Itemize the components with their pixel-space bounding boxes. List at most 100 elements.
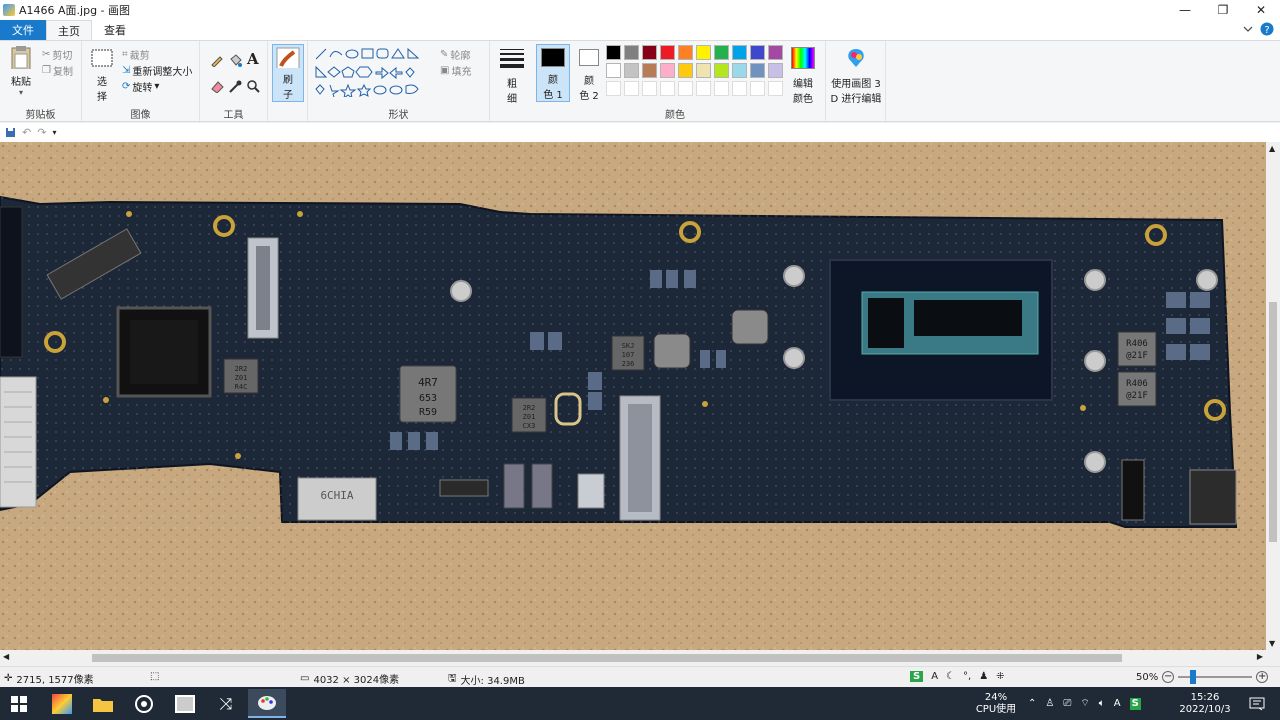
color-swatch[interactable]: [642, 45, 657, 60]
eraser-icon[interactable]: [210, 79, 224, 93]
horizontal-scrollbar[interactable]: ◀ ▶: [0, 650, 1266, 666]
color-swatch[interactable]: [678, 45, 693, 60]
help-icon[interactable]: ?: [1260, 22, 1274, 36]
save-icon[interactable]: [5, 127, 16, 138]
paint3d-button[interactable]: 使用画图 3 D 进行编辑: [828, 47, 884, 105]
volume-icon[interactable]: 🔈︎: [1099, 698, 1105, 710]
tab-view[interactable]: 查看: [92, 20, 138, 40]
undo-icon[interactable]: ↶: [22, 126, 31, 139]
color-swatch[interactable]: [606, 45, 621, 60]
fill-bucket-icon[interactable]: [228, 53, 242, 67]
tab-home[interactable]: 主页: [46, 20, 92, 40]
sogou-tray-icon[interactable]: S: [1129, 697, 1141, 710]
custom-color-slot[interactable]: [714, 81, 729, 96]
custom-color-slot[interactable]: [732, 81, 747, 96]
taskbar-paint[interactable]: [248, 689, 286, 718]
ime-indicator[interactable]: A: [1114, 698, 1121, 710]
cpu-usage[interactable]: 24% CPU使用: [970, 687, 1022, 720]
maximize-button[interactable]: ❐: [1204, 0, 1242, 20]
redo-icon[interactable]: ↷: [37, 126, 46, 139]
color-picker-icon[interactable]: [228, 79, 242, 93]
color-swatch[interactable]: [606, 63, 621, 78]
minimize-button[interactable]: —: [1166, 0, 1204, 20]
cut-button[interactable]: ✂ 剪切: [42, 47, 72, 62]
taskbar-file-explorer[interactable]: [84, 689, 122, 718]
color-swatch[interactable]: [750, 45, 765, 60]
clock[interactable]: 15:26 2022/10/3: [1172, 687, 1238, 720]
color-swatch[interactable]: [678, 63, 693, 78]
color-swatch[interactable]: [732, 45, 747, 60]
color-swatch[interactable]: [624, 63, 639, 78]
custom-color-slot[interactable]: [750, 81, 765, 96]
horizontal-scroll-thumb[interactable]: [92, 654, 1122, 662]
color1-button[interactable]: 颜 色 1: [536, 44, 570, 102]
paste-button[interactable]: 粘贴 ▾: [8, 45, 34, 97]
zoom-slider[interactable]: [1178, 670, 1253, 684]
custom-color-slot[interactable]: [696, 81, 711, 96]
outline-button[interactable]: ✎ 轮廓: [440, 47, 470, 62]
magnifier-icon[interactable]: [246, 79, 260, 93]
color-swatch[interactable]: [714, 45, 729, 60]
scroll-up-icon[interactable]: ▲: [1269, 144, 1275, 153]
zoom-in-button[interactable]: +: [1256, 671, 1269, 683]
color-swatch[interactable]: [696, 45, 711, 60]
sogou-icon[interactable]: S: [910, 671, 924, 682]
taskbar-app-5[interactable]: ⤨: [207, 689, 245, 718]
moon-icon[interactable]: ☾: [946, 671, 955, 682]
custom-color-slot[interactable]: [624, 81, 639, 96]
color-swatch[interactable]: [750, 63, 765, 78]
network-icon[interactable]: ⎚: [1063, 698, 1071, 710]
scroll-right-icon[interactable]: ▶: [1257, 652, 1263, 661]
custom-color-slot[interactable]: [768, 81, 783, 96]
text-tool-icon[interactable]: A: [247, 50, 259, 68]
ime-toolbar[interactable]: S A ☾ °, ♟ ⁜: [910, 671, 1005, 682]
start-button[interactable]: [0, 689, 38, 718]
person-tray-icon[interactable]: ♙: [1045, 698, 1054, 710]
ime-letter-icon[interactable]: A: [931, 671, 938, 682]
zoom-out-button[interactable]: −: [1162, 671, 1175, 683]
color-swatch[interactable]: [696, 63, 711, 78]
taskbar-app-photos[interactable]: [43, 689, 81, 718]
custom-color-slot[interactable]: [660, 81, 675, 96]
color-swatch[interactable]: [624, 45, 639, 60]
vertical-scrollbar[interactable]: ▲ ▼: [1266, 142, 1280, 650]
custom-color-slot[interactable]: [606, 81, 621, 96]
taskbar-app-3[interactable]: [125, 689, 163, 718]
close-button[interactable]: ✕: [1242, 0, 1280, 20]
color-swatch[interactable]: [768, 45, 783, 60]
person-icon[interactable]: ♟: [979, 671, 988, 682]
color-swatch[interactable]: [714, 63, 729, 78]
customize-quickbar-icon[interactable]: ▾: [52, 128, 56, 137]
color-swatch[interactable]: [660, 45, 675, 60]
scroll-left-icon[interactable]: ◀: [3, 652, 9, 661]
punctuation-icon[interactable]: °,: [963, 671, 971, 682]
color-swatch[interactable]: [768, 63, 783, 78]
edit-colors-button[interactable]: 编辑 颜色: [788, 47, 818, 105]
canvas[interactable]: 4R7 653 R59 SKJ 107 236 2R2 Z01 R4C 2R2 …: [0, 142, 1266, 650]
color-swatch[interactable]: [732, 63, 747, 78]
notification-button[interactable]: [1244, 687, 1270, 720]
select-button[interactable]: 选 择: [88, 49, 116, 103]
color-swatch[interactable]: [642, 63, 657, 78]
rotate-button[interactable]: ⟳ 旋转 ▾: [122, 79, 159, 94]
tab-file[interactable]: 文件: [0, 20, 46, 40]
color2-button[interactable]: 颜 色 2: [574, 44, 604, 102]
taskbar-app-4[interactable]: [166, 689, 204, 718]
resize-button[interactable]: ⇲ 重新调整大小: [122, 63, 192, 78]
chevron-up-icon[interactable]: ⌃: [1028, 698, 1036, 710]
zoom-slider-thumb[interactable]: [1190, 670, 1197, 684]
scroll-down-icon[interactable]: ▼: [1269, 639, 1275, 648]
collapse-ribbon-icon[interactable]: [1242, 23, 1254, 35]
crop-button[interactable]: ⌗ 裁剪: [122, 47, 150, 62]
grid-icon[interactable]: ⁜: [996, 671, 1004, 682]
pencil-icon[interactable]: [210, 53, 224, 67]
custom-color-slot[interactable]: [642, 81, 657, 96]
color-swatch[interactable]: [660, 63, 675, 78]
size-button[interactable]: 粗 细: [498, 47, 526, 105]
shapes-gallery[interactable]: [314, 47, 434, 97]
wifi-icon[interactable]: ⌔: [1080, 698, 1089, 710]
brushes-button[interactable]: 刷 子: [272, 44, 304, 102]
custom-color-slot[interactable]: [678, 81, 693, 96]
fill-button[interactable]: ▣ 填充: [440, 63, 471, 78]
copy-button[interactable]: ❐ 复制: [42, 63, 73, 78]
